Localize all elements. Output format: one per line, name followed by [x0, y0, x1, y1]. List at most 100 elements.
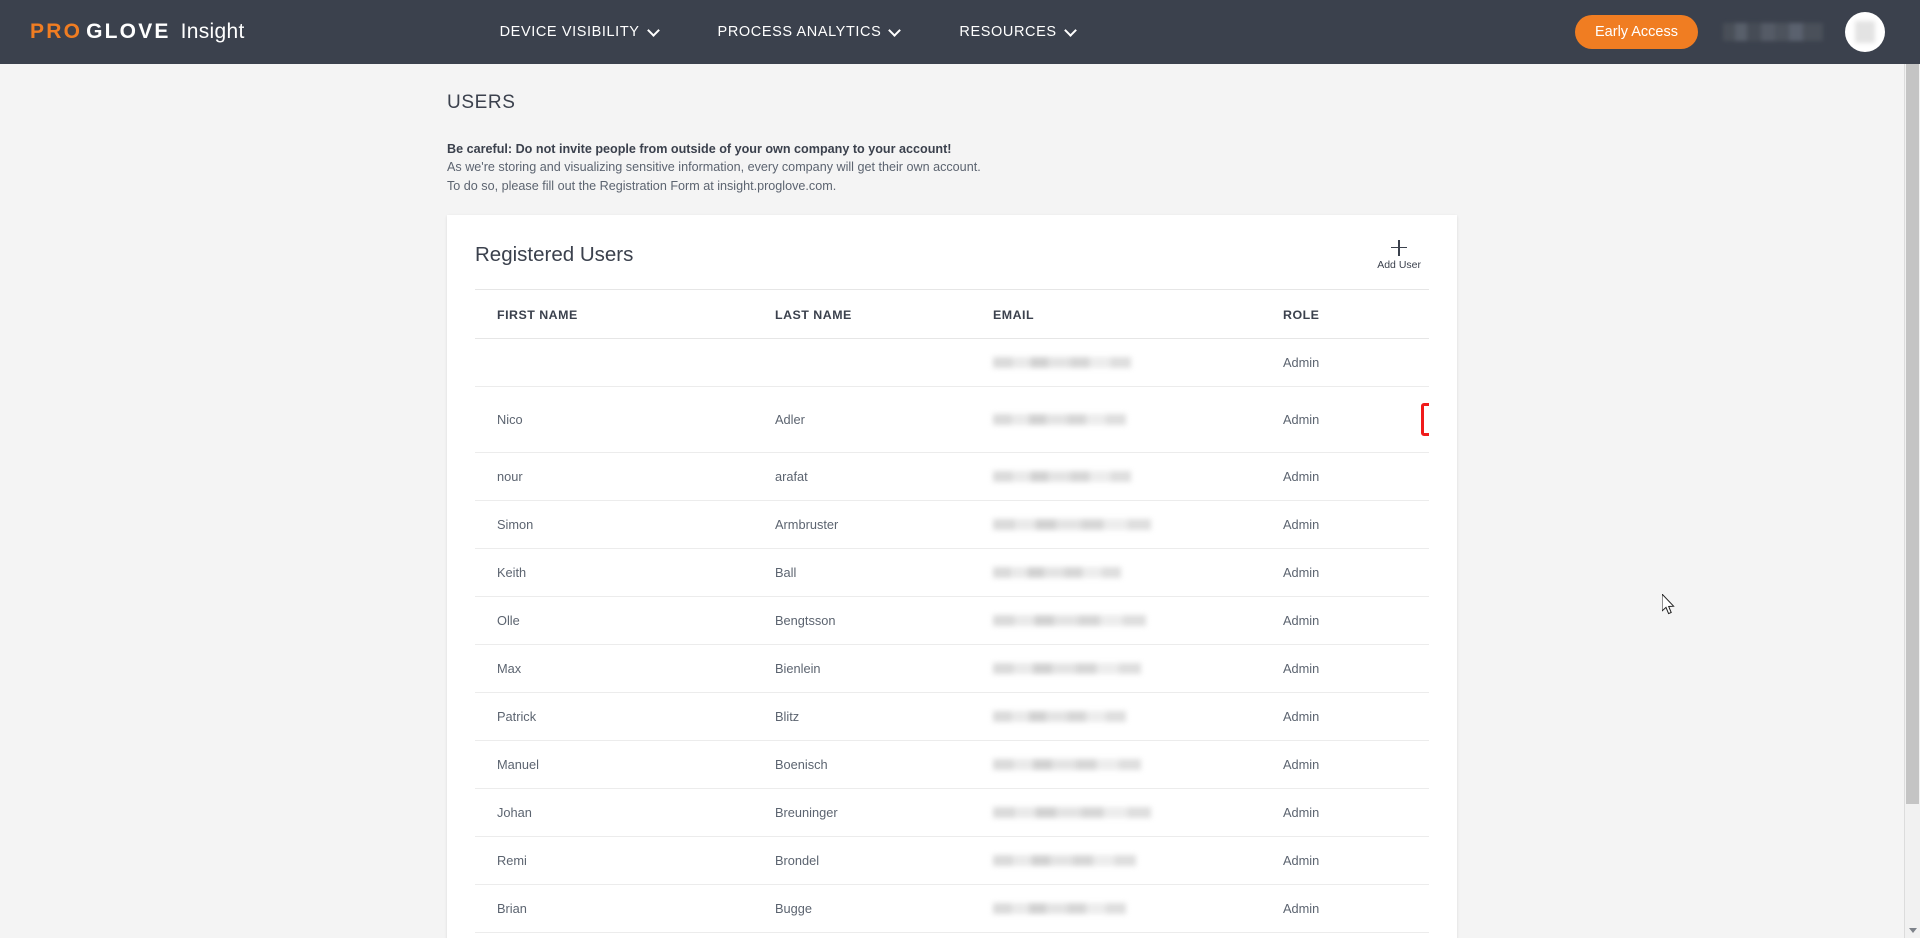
table-row[interactable]: KeithBall Admin✕: [475, 548, 1429, 597]
notice-line-2: To do so, please fill out the Registrati…: [447, 178, 837, 193]
notice-bold-line: Be careful: Do not invite people from ou…: [447, 142, 952, 156]
email-redacted: [993, 902, 1126, 914]
cell-first-name: Manuel: [475, 740, 775, 789]
table-body: Admin✕NicoAdlerAdmin✕nourarafatAdmin✕Sim…: [475, 338, 1429, 938]
cell-actions: ✕: [1403, 836, 1429, 885]
card-header: Registered Users Add User: [447, 215, 1457, 289]
notice-line-1: As we're storing and visualizing sensiti…: [447, 160, 981, 175]
nav-item-process-analytics[interactable]: PROCESS ANALYTICS: [718, 24, 902, 40]
table-row[interactable]: MaxBienlein Admin✕: [475, 644, 1429, 693]
cell-role: Admin: [1283, 740, 1403, 789]
avatar[interactable]: [1845, 12, 1885, 52]
cell-last-name: Breuninger: [775, 788, 993, 837]
page-title: USERS: [447, 92, 516, 113]
cell-first-name: sergio: [475, 932, 775, 938]
chevron-down-icon: [890, 25, 901, 36]
email-redacted: [993, 710, 1126, 722]
cell-role: Admin: [1283, 386, 1403, 453]
cell-first-name: Brian: [475, 884, 775, 933]
cell-last-name: Bugge: [775, 884, 993, 933]
top-bar-right-group: Early Access: [1575, 0, 1920, 64]
cell-last-name: arafat: [775, 452, 993, 501]
cell-actions: ✕: [1403, 452, 1429, 501]
cell-role: Admin: [1283, 596, 1403, 645]
cell-role: Admin: [1283, 788, 1403, 837]
column-header-first-name[interactable]: FIRST NAME: [475, 289, 775, 339]
brand-glove-text: GLOVE: [86, 20, 171, 43]
cell-email: [993, 338, 1283, 387]
nav-item-device-visibility[interactable]: DEVICE VISIBILITY: [500, 24, 660, 40]
table-row[interactable]: OlleBengtsson Admin✕: [475, 596, 1429, 645]
column-header-actions: [1403, 289, 1429, 339]
chevron-down-icon: [649, 25, 660, 36]
cell-first-name: Remi: [475, 836, 775, 885]
page-scrollbar-thumb[interactable]: [1906, 64, 1919, 804]
email-redacted: [993, 614, 1146, 626]
cell-actions: ✕: [1403, 884, 1429, 933]
cell-actions: ✕: [1403, 596, 1429, 645]
top-navigation-bar: PRO GLOVE Insight DEVICE VISIBILITY PROCE…: [0, 0, 1920, 67]
cell-actions: ✕: [1403, 644, 1429, 693]
cell-email: [993, 884, 1283, 933]
cell-email: [993, 452, 1283, 501]
cell-last-name: Ball: [775, 548, 993, 597]
cell-last-name: Bengtsson: [775, 596, 993, 645]
card-title: Registered Users: [475, 242, 634, 266]
brand-logo[interactable]: PRO GLOVE Insight: [30, 20, 245, 44]
table-row[interactable]: JohanBreuninger Admin✕: [475, 788, 1429, 837]
mouse-cursor: [1662, 594, 1675, 615]
cell-last-name: [775, 338, 993, 387]
email-redacted: [993, 413, 1126, 425]
column-header-email[interactable]: EMAIL: [993, 289, 1283, 339]
cell-email: [993, 788, 1283, 837]
table-row[interactable]: nourarafat Admin✕: [475, 452, 1429, 501]
email-redacted: [993, 356, 1131, 368]
cell-actions: ✕: [1403, 932, 1429, 938]
brand-product-text: Insight: [180, 20, 245, 43]
add-user-label: Add User: [1377, 258, 1421, 271]
nav-item-resources[interactable]: RESOURCES: [959, 24, 1076, 40]
chevron-down-icon: [1066, 25, 1077, 36]
table-row[interactable]: PatrickBlitz Admin✕: [475, 692, 1429, 741]
cell-actions: ✕: [1403, 692, 1429, 741]
early-access-button[interactable]: Early Access: [1575, 15, 1698, 49]
add-user-button[interactable]: Add User: [1377, 239, 1421, 271]
table-row[interactable]: BrianBugge Admin✕: [475, 884, 1429, 933]
page-body: USERS Be careful: Do not invite people f…: [0, 64, 1920, 938]
username-redacted: [1723, 23, 1823, 41]
column-header-last-name[interactable]: LAST NAME: [775, 289, 993, 339]
table-row[interactable]: RemiBrondel Admin✕: [475, 836, 1429, 885]
table-row[interactable]: SimonArmbruster Admin✕: [475, 500, 1429, 549]
delete-user-highlight[interactable]: ✕: [1421, 402, 1429, 436]
cell-actions: ✕: [1403, 338, 1429, 387]
cell-first-name: Simon: [475, 500, 775, 549]
table-row[interactable]: sergiochaves Admin✕: [475, 932, 1429, 938]
table-header-row: FIRST NAME LAST NAME EMAIL ROLE: [475, 289, 1429, 339]
cell-role: Admin: [1283, 500, 1403, 549]
cell-email: [993, 596, 1283, 645]
cell-role: Admin: [1283, 548, 1403, 597]
cell-role: Admin: [1283, 692, 1403, 741]
cell-first-name: Patrick: [475, 692, 775, 741]
cell-last-name: Blitz: [775, 692, 993, 741]
cell-email: [993, 836, 1283, 885]
page-scroll-down-icon[interactable]: [1909, 928, 1917, 933]
table-header: FIRST NAME LAST NAME EMAIL ROLE: [475, 289, 1429, 339]
table-row[interactable]: NicoAdler Admin ✕: [475, 386, 1429, 453]
email-redacted: [993, 470, 1131, 482]
nav-label-device-visibility: DEVICE VISIBILITY: [499, 24, 640, 40]
column-header-role[interactable]: ROLE: [1283, 289, 1403, 339]
table-row[interactable]: Admin✕: [475, 338, 1429, 387]
cell-email: [993, 740, 1283, 789]
email-redacted: [993, 518, 1151, 530]
users-table-container: FIRST NAME LAST NAME EMAIL ROLE Admin✕Ni…: [475, 288, 1429, 938]
cell-actions: ✕: [1403, 788, 1429, 837]
table-row[interactable]: ManuelBoenisch Admin✕: [475, 740, 1429, 789]
cell-actions: ✕: [1403, 548, 1429, 597]
cell-email: [993, 932, 1283, 938]
nav-label-process-analytics: PROCESS ANALYTICS: [717, 24, 882, 40]
page-scrollbar[interactable]: [1904, 64, 1920, 938]
cell-email: [993, 692, 1283, 741]
cell-role: Admin: [1283, 932, 1403, 938]
cell-first-name: Max: [475, 644, 775, 693]
